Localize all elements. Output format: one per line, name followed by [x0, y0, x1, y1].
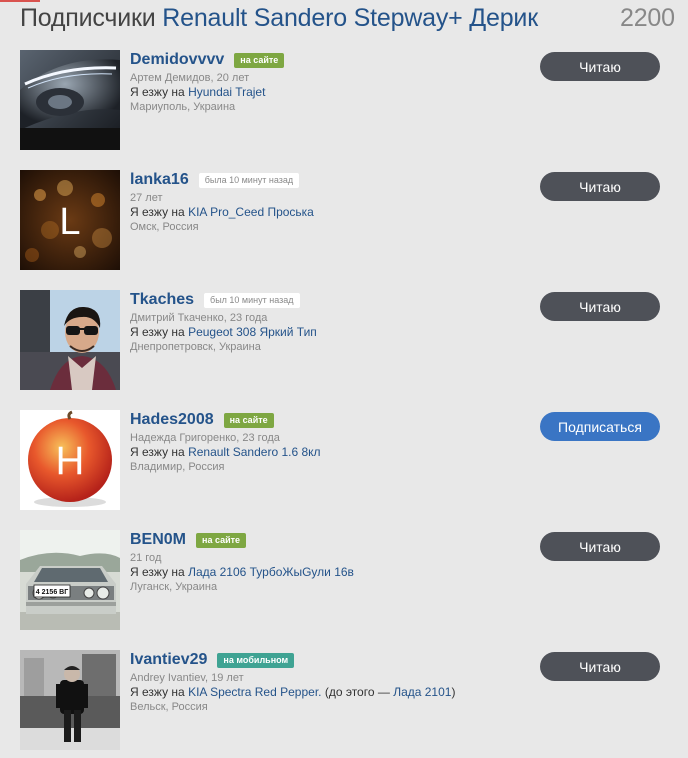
read-button[interactable]: Читаю	[540, 52, 660, 81]
subscriber-item: H Hades2008 на сайте Надежда Григоренко,…	[0, 410, 688, 514]
subscriber-info: Demidovvvv на сайте Артем Демидов, 20 ле…	[130, 50, 520, 114]
user-location: Владимир, Россия	[130, 461, 225, 473]
car-link[interactable]: Renault Sandero 1.6 8кл	[188, 445, 320, 459]
subscriber-info: Hades2008 на сайте Надежда Григоренко, 2…	[130, 410, 520, 474]
user-location: Днепропетровск, Украина	[130, 341, 261, 353]
read-button[interactable]: Читаю	[540, 652, 660, 681]
drives-prefix: Я езжу на	[130, 445, 185, 459]
drives-line: Я езжу на Лада 2106 ТурбоЖыGули 16в	[130, 565, 520, 580]
status-badge: на мобильном	[217, 652, 295, 668]
drives-line: Я езжу на KIA Pro_Ceed Проська	[130, 205, 520, 220]
car-headlight-photo-icon	[20, 50, 120, 150]
drives-prefix: Я езжу на	[130, 85, 185, 99]
user-location: Вельск, Россия	[130, 701, 208, 713]
svg-text:L: L	[59, 201, 80, 243]
avatar[interactable]: L	[20, 170, 120, 270]
car-link[interactable]: KIA Spectra Red Pepper.	[188, 685, 321, 699]
avatar[interactable]	[20, 650, 120, 750]
user-location: Омск, Россия	[130, 221, 199, 233]
avatar[interactable]: H	[20, 410, 120, 510]
subscriber-item: Tkaches был 10 минут назад Дмитрий Ткаче…	[0, 290, 688, 394]
top-accent-line	[0, 0, 40, 2]
title-prefix: Подписчики	[20, 4, 156, 32]
subscriber-item: 4 2156 ВГ BEN0M на сайте 21 год Я езжу н…	[0, 530, 688, 634]
svg-text:H: H	[56, 439, 85, 483]
person-photo-icon	[20, 650, 120, 750]
subscriber-count: 2200	[620, 4, 675, 32]
username-link[interactable]: Ivantiev29	[130, 651, 207, 669]
subscriber-item: L lanka16 была 10 минут назад 27 лет Я е…	[0, 170, 688, 274]
read-button[interactable]: Читаю	[540, 292, 660, 321]
user-meta: Дмитрий Ткаченко, 23 года	[130, 312, 268, 324]
drives-line: Я езжу на Hyundai Trajet	[130, 85, 520, 100]
user-meta: 27 лет	[130, 192, 163, 204]
letter-avatar-icon: L	[20, 170, 120, 270]
username-link[interactable]: Demidovvvv	[130, 51, 224, 69]
page-title: Подписчики Renault Sandero Stepway+ Дери…	[20, 3, 675, 37]
username-link[interactable]: BEN0M	[130, 531, 186, 549]
person-photo-icon	[20, 290, 120, 390]
avatar[interactable]: 4 2156 ВГ	[20, 530, 120, 630]
drives-prefix: Я езжу на	[130, 325, 185, 339]
status-badge: на сайте	[196, 532, 247, 548]
user-meta: 21 год	[130, 552, 162, 564]
subscriber-info: Ivantiev29 на мобильном Andrey Ivantiev,…	[130, 650, 520, 714]
username-link[interactable]: lanka16	[130, 171, 189, 189]
svg-text:4 2156 ВГ: 4 2156 ВГ	[36, 589, 68, 596]
peach-letter-avatar-icon: H	[20, 410, 120, 510]
car-link[interactable]: Hyundai Trajet	[188, 85, 265, 99]
subscriber-item: Ivantiev29 на мобильном Andrey Ivantiev,…	[0, 650, 688, 754]
status-badge: был 10 минут назад	[204, 292, 300, 308]
status-badge: на сайте	[234, 52, 285, 68]
user-meta: Andrey Ivantiev, 19 лет	[130, 672, 244, 684]
subscriber-info: BEN0M на сайте 21 год Я езжу на Лада 210…	[130, 530, 520, 594]
status-badge: была 10 минут назад	[198, 172, 300, 188]
status-badge: на сайте	[223, 412, 274, 428]
previous-car-link[interactable]: Лада 2101	[393, 685, 451, 699]
user-meta: Надежда Григоренко, 23 года	[130, 432, 280, 444]
drives-prefix: Я езжу на	[130, 205, 185, 219]
previous-car-prefix: (до этого —	[324, 685, 390, 699]
car-link[interactable]: Peugeot 308 Яркий Тип	[188, 325, 317, 339]
user-location: Мариуполь, Украина	[130, 101, 236, 113]
username-link[interactable]: Hades2008	[130, 411, 214, 429]
drives-line: Я езжу на Renault Sandero 1.6 8кл	[130, 445, 520, 460]
username-link[interactable]: Tkaches	[130, 291, 194, 309]
car-link[interactable]: Лада 2106 ТурбоЖыGули 16в	[188, 565, 354, 579]
drives-line: Я езжу на KIA Spectra Red Pepper. (до эт…	[130, 685, 520, 700]
subscriber-item: Demidovvvv на сайте Артем Демидов, 20 ле…	[0, 50, 688, 154]
car-photo-icon: 4 2156 ВГ	[20, 530, 120, 630]
drives-prefix: Я езжу на	[130, 685, 185, 699]
avatar[interactable]	[20, 50, 120, 150]
read-button[interactable]: Читаю	[540, 532, 660, 561]
subscriber-info: Tkaches был 10 минут назад Дмитрий Ткаче…	[130, 290, 520, 354]
previous-car-suffix: )	[451, 685, 456, 699]
subscriber-info: lanka16 была 10 минут назад 27 лет Я езж…	[130, 170, 520, 234]
drives-line: Я езжу на Peugeot 308 Яркий Тип	[130, 325, 520, 340]
car-link[interactable]: KIA Pro_Ceed Проська	[188, 205, 314, 219]
drives-prefix: Я езжу на	[130, 565, 185, 579]
user-meta: Артем Демидов, 20 лет	[130, 72, 250, 84]
user-location: Луганск, Украина	[130, 581, 218, 593]
subscribe-button[interactable]: Подписаться	[540, 412, 660, 441]
read-button[interactable]: Читаю	[540, 172, 660, 201]
avatar[interactable]	[20, 290, 120, 390]
title-car-link[interactable]: Renault Sandero Stepway+ Дерик	[162, 4, 538, 32]
